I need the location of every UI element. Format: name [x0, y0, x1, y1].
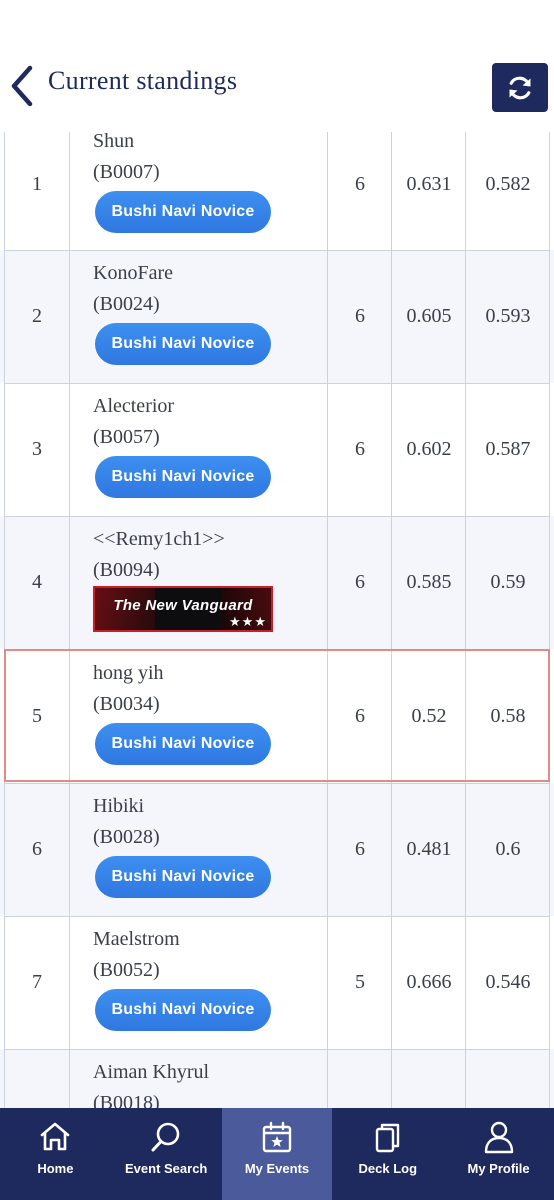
omw-value: 0.585	[406, 571, 452, 593]
nav-deck-log-label: Deck Log	[358, 1161, 418, 1176]
rank-badge: The New Vanguard ★★★	[93, 586, 273, 632]
user-icon	[484, 1121, 513, 1154]
nav-my-profile[interactable]: My Profile	[443, 1108, 554, 1200]
rank-badge: Bushi Navi Novice	[95, 723, 271, 765]
refresh-button[interactable]	[492, 63, 548, 112]
player-name: Alecterior	[93, 395, 175, 417]
rank-badge: Bushi Navi Novice	[95, 856, 271, 898]
search-icon	[151, 1122, 180, 1152]
player-name: Shun	[93, 130, 135, 152]
cards-icon	[375, 1123, 399, 1153]
omw-value: 0.631	[406, 173, 452, 195]
nav-home[interactable]: Home	[0, 1108, 111, 1200]
player-code: (B0007)	[93, 161, 160, 183]
player-code: (B0052)	[93, 959, 160, 981]
bottom-nav: Home Event Search My Events Deck Log My …	[0, 1108, 554, 1200]
rank-value: 4	[32, 571, 42, 593]
player-name: <<Remy1ch1>>	[93, 528, 225, 550]
player-name: hong yih	[93, 662, 164, 684]
omw-value: 0.52	[411, 705, 447, 727]
player-name: Maelstrom	[93, 928, 180, 950]
nav-deck-log[interactable]: Deck Log	[332, 1108, 443, 1200]
omw-value: 0.666	[406, 971, 452, 993]
chevron-left-icon	[11, 65, 33, 107]
rank-badge: Bushi Navi Novice	[95, 456, 271, 498]
star-icon: ★★★	[229, 615, 267, 630]
rank-value: 6	[32, 838, 42, 860]
oomw-value: 0.546	[485, 971, 531, 993]
oomw-value: 0.6	[495, 838, 521, 860]
omw-value: 0.602	[406, 438, 452, 460]
back-button[interactable]	[6, 64, 40, 108]
nav-home-label: Home	[37, 1161, 74, 1176]
nav-my-events[interactable]: My Events	[221, 1108, 333, 1200]
rank-badge: Bushi Navi Novice	[95, 989, 271, 1031]
player-name: Hibiki	[93, 795, 145, 817]
rank-badge: Bushi Navi Novice	[95, 323, 271, 365]
page-title: Current standings	[48, 66, 238, 95]
player-code: (B0018)	[93, 1092, 160, 1108]
table-row: 6 Hibiki (B0028) Bushi Navi Novice 6 0.4…	[0, 783, 554, 917]
table-row: Aiman Khyrul (B0018)	[0, 1049, 554, 1108]
table-row: 4 <<Remy1ch1>> (B0094) The New Vanguard …	[0, 516, 554, 650]
rank-value: 2	[32, 305, 42, 327]
rank-value: 7	[32, 971, 42, 993]
player-code: (B0094)	[93, 559, 160, 581]
player-code: (B0024)	[93, 293, 160, 315]
player-code: (B0057)	[93, 426, 160, 448]
points-value: 6	[355, 305, 365, 327]
player-code: (B0028)	[93, 826, 160, 848]
player-name: Aiman Khyrul	[93, 1061, 210, 1083]
refresh-icon	[509, 76, 531, 99]
points-value: 5	[355, 971, 365, 993]
points-value: 6	[355, 705, 365, 727]
app-header: Current standings	[0, 0, 554, 132]
omw-value: 0.481	[406, 838, 452, 860]
calendar-star-icon	[262, 1121, 292, 1153]
oomw-value: 0.58	[490, 705, 526, 727]
player-name: KonoFare	[93, 262, 173, 284]
nav-my-profile-label: My Profile	[467, 1161, 530, 1176]
table-row: 3 Alecterior (B0057) Bushi Navi Novice 6…	[0, 383, 554, 517]
table-row: 7 Maelstrom (B0052) Bushi Navi Novice 5 …	[0, 916, 554, 1050]
nav-event-search[interactable]: Event Search	[111, 1108, 222, 1200]
nav-event-search-label: Event Search	[125, 1161, 208, 1176]
points-value: 6	[355, 173, 365, 195]
standings-table: 1 Shun (B0007) Bushi Navi Novice 6 0.631…	[0, 117, 554, 1108]
points-value: 6	[355, 838, 365, 860]
points-value: 6	[355, 438, 365, 460]
table-row: 2 KonoFare (B0024) Bushi Navi Novice 6 0…	[0, 250, 554, 384]
badge-title: The New Vanguard	[113, 597, 253, 614]
omw-value: 0.605	[406, 305, 452, 327]
oomw-value: 0.593	[485, 305, 531, 327]
player-code: (B0034)	[93, 693, 160, 715]
home-icon	[41, 1122, 70, 1151]
rank-value: 1	[32, 173, 42, 195]
nav-my-events-label: My Events	[244, 1161, 310, 1176]
rank-value: 5	[32, 705, 42, 727]
table-row: 1 Shun (B0007) Bushi Navi Novice 6 0.631…	[0, 117, 554, 251]
rank-value: 3	[32, 438, 42, 460]
points-value: 6	[355, 571, 365, 593]
rank-badge: Bushi Navi Novice	[95, 191, 271, 233]
oomw-value: 0.582	[485, 173, 531, 195]
oomw-value: 0.59	[490, 571, 526, 593]
oomw-value: 0.587	[485, 438, 531, 460]
table-row: 5 hong yih (B0034) Bushi Navi Novice 6 0…	[0, 649, 554, 783]
